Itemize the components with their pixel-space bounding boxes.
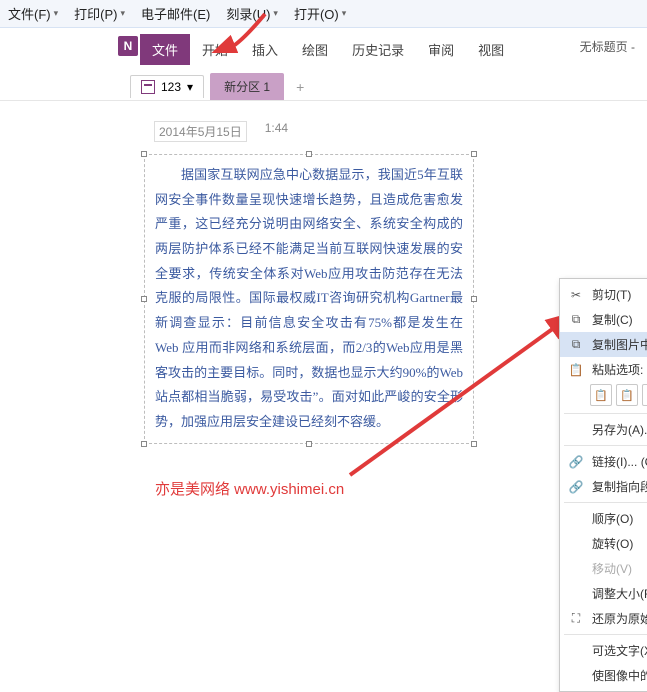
paste-option-1[interactable]: 📋 [590, 384, 612, 406]
page-canvas: 2014年5月15日 1:44 据国家互联网应急中心数据显示，我国近5年互联网安… [0, 101, 647, 452]
ribbon-tab-view[interactable]: 视图 [466, 34, 516, 65]
notebook-name: 123 [161, 80, 181, 94]
resize-handle[interactable] [471, 441, 477, 447]
add-section-button[interactable]: + [290, 79, 310, 95]
copy-text-icon: ⧉ [568, 337, 584, 353]
copy-icon: ⧉ [568, 312, 584, 328]
resize-handle[interactable] [471, 296, 477, 302]
resize-handle[interactable] [306, 151, 312, 157]
ctx-order[interactable]: 顺序(O)▶ [560, 506, 647, 531]
chevron-down-icon: ▾ [120, 8, 125, 19]
onenote-app-icon: N [118, 36, 138, 56]
ctx-move: 移动(V) [560, 556, 647, 581]
context-menu: ✂剪切(T) ⧉复制(C) ⧉复制图片中的文本(E) 📋粘贴选项: 📋 📋 A … [559, 278, 647, 692]
resize-handle[interactable] [141, 441, 147, 447]
ribbon-tab-insert[interactable]: 插入 [240, 34, 290, 65]
paste-options: 📋 📋 A 🖼 [560, 382, 647, 410]
ctx-rotate[interactable]: 旋转(O)▶ [560, 531, 647, 556]
menu-email[interactable]: 电子邮件(E) [141, 4, 210, 23]
page-time[interactable]: 1:44 [265, 121, 288, 142]
menu-file[interactable]: 文件(F)▾ [8, 4, 58, 23]
section-tab[interactable]: 新分区 1 [210, 73, 284, 100]
ctx-copy-text-from-image[interactable]: ⧉复制图片中的文本(E) [560, 332, 647, 357]
chevron-down-icon: ▾ [187, 80, 193, 94]
menu-open[interactable]: 打开(O)▾ [294, 4, 346, 23]
chevron-down-icon: ▾ [342, 8, 347, 19]
chevron-down-icon: ▾ [54, 8, 59, 19]
ribbon-tab-draw[interactable]: 绘图 [290, 34, 340, 65]
notebook-selector[interactable]: 123 ▾ [130, 75, 204, 98]
window-title: 无标题页 - [580, 38, 635, 55]
paste-option-3[interactable]: A [642, 384, 647, 406]
link-icon: 🔗 [568, 454, 584, 470]
window-menubar: 文件(F)▾ 打印(P)▾ 电子邮件(E) 刻录(U)▾ 打开(O)▾ [0, 0, 647, 28]
menu-burn[interactable]: 刻录(U)▾ [226, 4, 278, 23]
page-date-row: 2014年5月15日 1:44 [144, 121, 639, 142]
ctx-copy-link-to-paragraph[interactable]: 🔗复制指向段落的链接(P) [560, 474, 647, 499]
paste-option-2[interactable]: 📋 [616, 384, 638, 406]
link-icon: 🔗 [568, 479, 584, 495]
ctx-copy[interactable]: ⧉复制(C) [560, 307, 647, 332]
ribbon-tab-home[interactable]: 开始 [190, 34, 240, 65]
chevron-down-icon: ▾ [273, 8, 278, 19]
ctx-alt-text[interactable]: 可选文字(X)... [560, 638, 647, 663]
menu-print[interactable]: 打印(P)▾ [74, 4, 125, 23]
resize-handle[interactable] [141, 151, 147, 157]
image-text-content: 据国家互联网应急中心数据显示，我国近5年互联网安全事件数量呈现快速增长趋势，且造… [155, 163, 463, 435]
ribbon-bar: N 文件 开始 插入 绘图 历史记录 审阅 视图 无标题页 - [0, 28, 647, 69]
ctx-cut[interactable]: ✂剪切(T) [560, 282, 647, 307]
watermark-text: 亦是美网络 www.yishimei.cn [155, 478, 344, 499]
resize-handle[interactable] [306, 441, 312, 447]
notebook-icon [141, 80, 155, 94]
ribbon-tab-history[interactable]: 历史记录 [340, 34, 416, 65]
ribbon-tab-review[interactable]: 审阅 [416, 34, 466, 65]
ctx-link[interactable]: 🔗链接(I)... (Ctrl+K) [560, 449, 647, 474]
scissors-icon: ✂ [568, 287, 584, 303]
ribbon-tab-file[interactable]: 文件 [140, 34, 190, 65]
ctx-restore-original-size[interactable]: ⛶还原为原始尺寸 [560, 606, 647, 631]
ctx-resize[interactable]: 调整大小(R) [560, 581, 647, 606]
clipboard-icon: 📋 [568, 362, 584, 378]
resize-handle[interactable] [471, 151, 477, 157]
inserted-image[interactable]: 据国家互联网应急中心数据显示，我国近5年互联网安全事件数量呈现快速增长趋势，且造… [144, 154, 474, 444]
page-date[interactable]: 2014年5月15日 [154, 121, 247, 142]
restore-icon: ⛶ [568, 611, 584, 627]
ribbon-tabs: 文件 开始 插入 绘图 历史记录 审阅 视图 [140, 34, 516, 65]
notebook-tabs: 123 ▾ 新分区 1 + [0, 69, 647, 101]
ctx-save-as[interactable]: 另存为(A)... [560, 417, 647, 442]
resize-handle[interactable] [141, 296, 147, 302]
ctx-make-text-searchable[interactable]: 使图像中的文本可搜索(K)▶ [560, 663, 647, 688]
ctx-paste-options-label: 📋粘贴选项: [560, 357, 647, 382]
